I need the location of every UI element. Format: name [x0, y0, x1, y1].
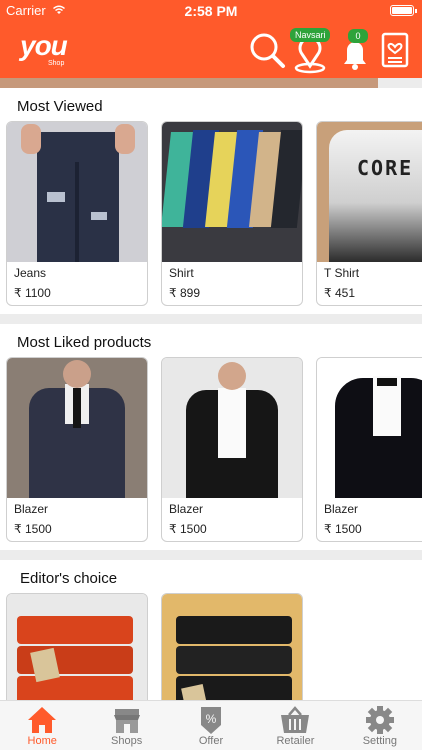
- section-title: Editor's choice: [20, 570, 118, 587]
- section-title: Most Viewed: [17, 98, 103, 115]
- section-title: Most Liked products: [17, 334, 152, 351]
- location-button[interactable]: Navsari: [290, 28, 330, 74]
- product-name: Blazer: [169, 502, 204, 516]
- svg-text:%: %: [206, 712, 217, 726]
- section-divider: [0, 314, 422, 324]
- product-name: Blazer: [14, 502, 49, 516]
- product-card[interactable]: Shirt ₹ 899: [161, 121, 303, 306]
- product-name: Jeans: [14, 266, 47, 280]
- tab-home[interactable]: Home: [0, 701, 84, 750]
- product-price: ₹ 899: [169, 286, 200, 300]
- app-logo[interactable]: you Shop: [20, 30, 72, 68]
- gear-icon: [365, 706, 394, 734]
- product-card[interactable]: CORE T Shirt ₹ 451: [316, 121, 422, 306]
- home-icon: [28, 707, 57, 733]
- tab-setting[interactable]: Setting: [338, 701, 422, 750]
- product-image-shirts-orange: [7, 594, 147, 700]
- bottom-tab-bar: Home Shops % Offer Retailer Setting: [0, 700, 422, 750]
- wishlist-button[interactable]: [380, 30, 410, 70]
- product-price: ₹ 1100: [14, 286, 51, 300]
- battery-icon: [390, 5, 417, 16]
- location-badge: Navsari: [290, 28, 330, 42]
- tab-label: Retailer: [276, 735, 315, 747]
- product-name: T Shirt: [324, 266, 360, 280]
- app-header: you Shop Navsari 0: [0, 22, 422, 78]
- product-image-shirts-black: [162, 594, 302, 700]
- product-image-jeans: [7, 122, 147, 262]
- product-image-shirt: [162, 122, 302, 262]
- product-image-tshirt: CORE: [317, 122, 422, 262]
- product-name: Shirt: [169, 266, 194, 280]
- logo-subtext: Shop: [48, 60, 65, 67]
- notification-count-badge: 0: [348, 29, 368, 43]
- tab-label: Shops: [111, 735, 143, 747]
- product-image-blazer-3: [317, 358, 422, 498]
- product-card[interactable]: Blazer ₹ 1500: [316, 357, 422, 542]
- search-icon: [250, 33, 285, 68]
- product-image-blazer-1: [7, 358, 147, 498]
- tab-retailer[interactable]: Retailer: [253, 701, 337, 750]
- product-price: ₹ 1500: [169, 522, 207, 536]
- product-price: ₹ 1500: [14, 522, 52, 536]
- section-divider: [0, 550, 422, 560]
- product-image-blazer-2: [162, 358, 302, 498]
- product-card[interactable]: Blazer ₹ 1500: [161, 357, 303, 542]
- wishlist-doc-icon: [381, 32, 409, 68]
- home-feed[interactable]: Most Viewed Jeans ₹ 1100 Shirt ₹ 899 COR…: [0, 88, 422, 700]
- product-card[interactable]: [161, 593, 303, 700]
- product-price: ₹ 451: [324, 286, 355, 300]
- product-card[interactable]: Jeans ₹ 1100: [6, 121, 148, 306]
- most-liked-section: Most Liked products Blazer ₹ 1500 Blazer…: [0, 324, 422, 550]
- tab-label: Offer: [198, 735, 224, 747]
- search-button[interactable]: [248, 30, 286, 70]
- offer-icon: %: [201, 707, 222, 734]
- tab-shops[interactable]: Shops: [84, 701, 168, 750]
- clock: 2:58 PM: [184, 3, 238, 19]
- shop-icon: [113, 709, 140, 733]
- logo-text: you: [20, 30, 68, 61]
- most-viewed-section: Most Viewed Jeans ₹ 1100 Shirt ₹ 899 COR…: [0, 88, 422, 314]
- basket-icon: [281, 706, 310, 733]
- status-bar: Carrier 2:58 PM: [0, 0, 422, 22]
- tab-offer[interactable]: % Offer: [169, 701, 253, 750]
- product-price: ₹ 1500: [324, 522, 362, 536]
- banner-image-strip[interactable]: [0, 78, 378, 88]
- product-name: Blazer: [324, 502, 359, 516]
- product-card[interactable]: Blazer ₹ 1500: [6, 357, 148, 542]
- product-card[interactable]: [6, 593, 148, 700]
- editors-choice-section: Editor's choice: [0, 560, 422, 700]
- notifications-button[interactable]: 0: [338, 29, 372, 70]
- tab-label: Home: [27, 735, 57, 747]
- tab-label: Setting: [362, 735, 397, 747]
